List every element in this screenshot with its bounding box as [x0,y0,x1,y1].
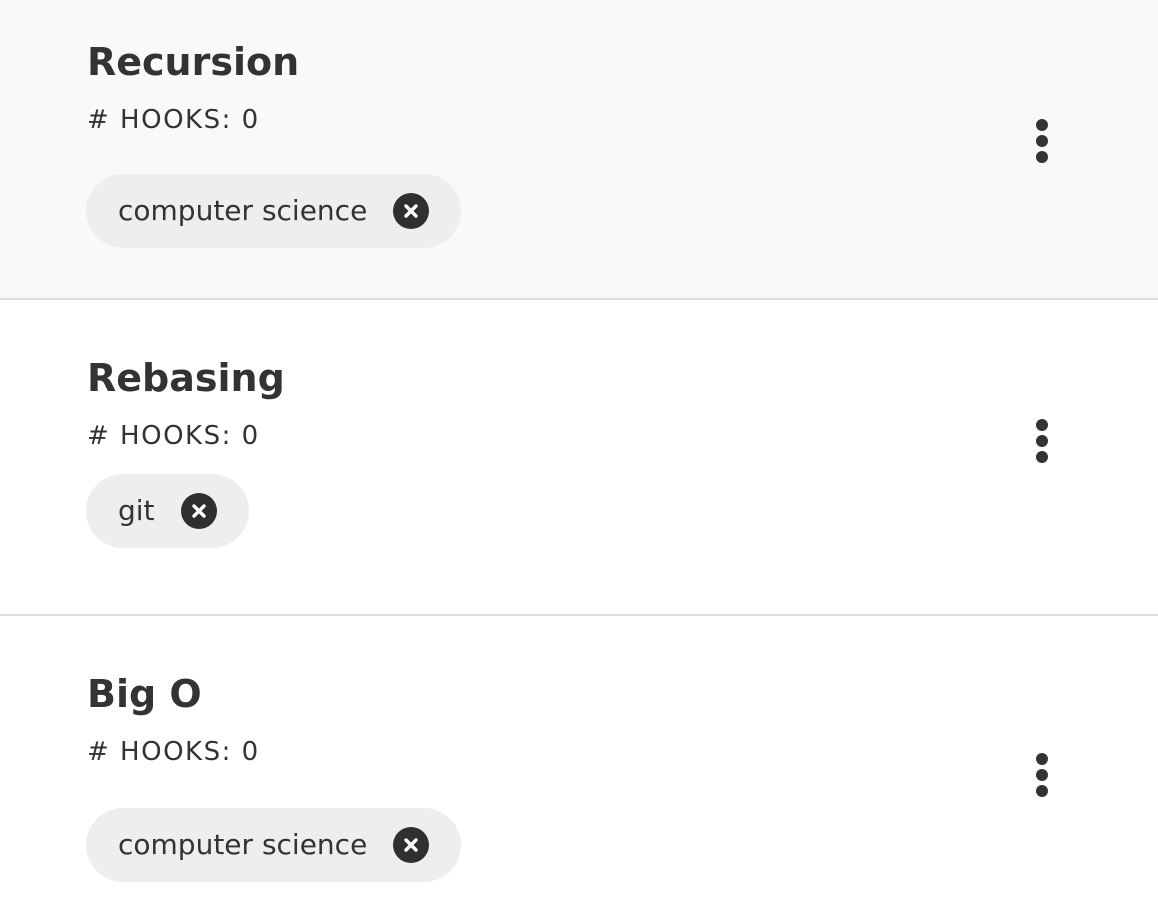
more-vertical-icon[interactable] [1030,119,1054,163]
menu-dot [1036,753,1048,765]
menu-dot [1036,785,1048,797]
tag-chip[interactable]: git [86,474,249,548]
topic-title: Recursion [87,40,300,84]
tag-label: computer science [118,828,368,861]
close-circle-icon[interactable] [393,193,430,229]
more-vertical-icon[interactable] [1030,753,1054,797]
tag-label: computer science [118,194,368,227]
menu-dot [1036,151,1048,163]
topic-card[interactable]: Big O # HOOKS: 0 computer science [0,616,1158,922]
tag-label: git [118,494,155,527]
topic-list: Recursion # HOOKS: 0 computer science Re… [0,0,1158,922]
topic-card[interactable]: Rebasing # HOOKS: 0 git [0,300,1158,616]
close-circle-icon[interactable] [180,493,217,529]
menu-dot [1036,419,1048,431]
tag-chip[interactable]: computer science [86,174,462,248]
close-circle-icon[interactable] [393,827,430,863]
topic-card[interactable]: Recursion # HOOKS: 0 computer science [0,0,1158,300]
menu-dot [1036,119,1048,131]
menu-dot [1036,451,1048,463]
menu-dot [1036,769,1048,781]
tag-chip[interactable]: computer science [86,808,462,882]
hooks-count: # HOOKS: 0 [87,737,260,767]
menu-dot [1036,135,1048,147]
more-vertical-icon[interactable] [1030,419,1054,463]
topic-title: Rebasing [87,356,285,400]
menu-dot [1036,435,1048,447]
topic-title: Big O [87,672,202,716]
hooks-count: # HOOKS: 0 [87,105,260,135]
hooks-count: # HOOKS: 0 [87,421,260,451]
